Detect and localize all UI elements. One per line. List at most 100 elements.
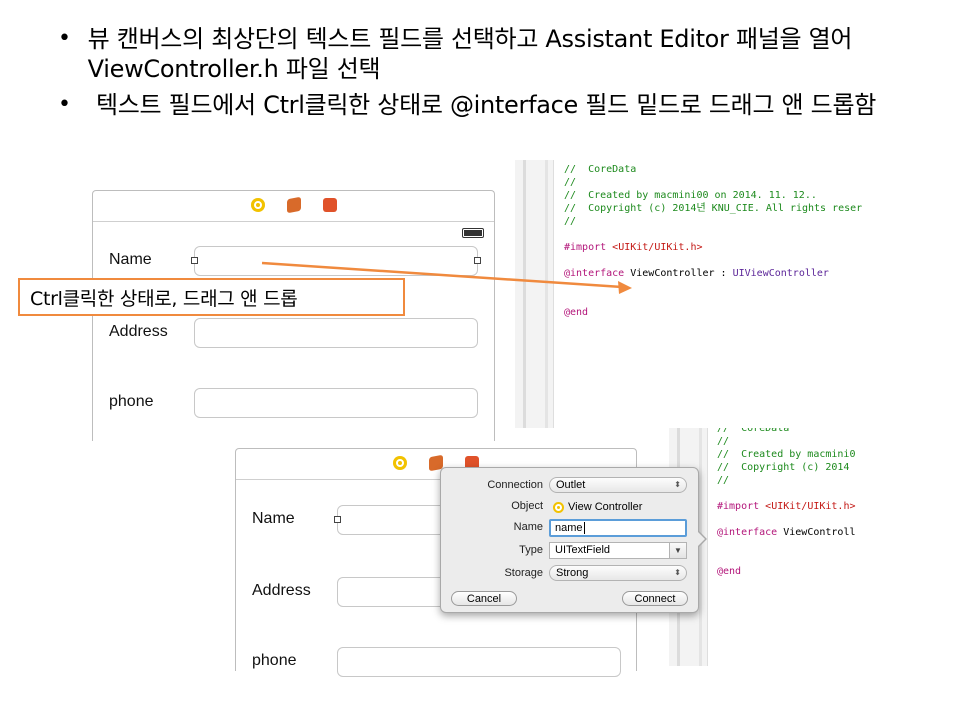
- code-comment: //: [717, 436, 730, 447]
- code-line: @end: [717, 565, 856, 578]
- code-line: // Created by macmini00 on 2014. 11. 12.…: [564, 189, 862, 202]
- code-line: // CoreData: [717, 428, 856, 435]
- object-value-group: View Controller: [553, 498, 642, 516]
- object-label: Object: [511, 500, 543, 512]
- code-line: @interface ViewControll: [717, 526, 856, 539]
- battery-icon: [462, 228, 484, 238]
- code-comment: //: [717, 475, 730, 486]
- code-keyword: @end: [717, 566, 742, 577]
- code-line: // Created by macmini0: [717, 448, 856, 461]
- bullet-dot: •: [58, 92, 71, 117]
- bullet-text-2: 텍스트 필드에서 Ctrl클릭한 상태로 @interface 필드 밑드로 드…: [96, 91, 877, 119]
- outlet-name-input[interactable]: name: [549, 519, 687, 537]
- code-line: //: [564, 176, 862, 189]
- bullet-text-1: 뷰 캔버스의 최상단의 텍스트 필드를 선택하고 Assistant Edito…: [87, 25, 853, 83]
- code-line: // Copyright (c) 2014: [717, 461, 856, 474]
- cancel-button[interactable]: Cancel: [451, 591, 517, 606]
- type-label: Type: [519, 544, 543, 556]
- resize-handle[interactable]: [334, 516, 341, 523]
- code-comment: //: [564, 216, 577, 227]
- code-line: #import <UIKit/UIKit.h>: [717, 500, 856, 513]
- address-label: Address: [252, 582, 311, 599]
- exit-icon[interactable]: [322, 198, 337, 212]
- updown-chevron-icon: ⬍: [674, 480, 681, 489]
- name-label: Name: [109, 251, 152, 268]
- bullet-item: • 뷰 캔버스의 최상단의 텍스트 필드를 선택하고 Assistant Edi…: [58, 24, 918, 84]
- view-controller-icon[interactable]: [250, 198, 265, 212]
- type-value: UITextField: [555, 544, 611, 556]
- object-value: View Controller: [568, 501, 643, 513]
- updown-chevron-icon: ⬍: [674, 568, 681, 577]
- type-combo-box[interactable]: UITextField ▼: [549, 542, 687, 559]
- code-text: ViewControll: [777, 527, 856, 538]
- code-area[interactable]: // CoreData // // Created by macmini0 // Co…: [717, 428, 856, 578]
- code-keyword: #import: [717, 501, 760, 512]
- address-text-field[interactable]: [194, 318, 478, 348]
- code-line: @end: [564, 306, 862, 319]
- phone-text-field[interactable]: [194, 388, 478, 418]
- connect-button[interactable]: Connect: [622, 591, 688, 606]
- code-comment: // Copyright (c) 2014년 KNU_CIE. All righ…: [564, 203, 863, 214]
- phone-label: phone: [109, 393, 154, 410]
- phone-label: phone: [252, 652, 297, 669]
- storage-value: Strong: [556, 567, 589, 579]
- code-keyword: #import: [564, 242, 607, 253]
- bullet-item: • 텍스트 필드에서 Ctrl클릭한 상태로 @interface 필드 밑드로…: [58, 90, 918, 120]
- address-label: Address: [109, 323, 168, 340]
- assistant-editor-top[interactable]: // CoreData // // Created by macmini00 on …: [515, 160, 895, 428]
- connection-row: Connection Outlet ⬍: [441, 477, 698, 495]
- outlet-name-value: name: [555, 522, 583, 534]
- storage-label: Storage: [504, 567, 543, 579]
- code-keyword: @interface: [564, 268, 625, 279]
- phone-text-field[interactable]: [337, 647, 621, 677]
- object-row: Object View Controller: [441, 498, 698, 516]
- code-comment: //: [564, 177, 577, 188]
- view-controller-icon: [553, 501, 564, 513]
- name-row: Name name: [441, 519, 698, 537]
- code-line: // Copyright (c) 2014년 KNU_CIE. All righ…: [564, 202, 862, 215]
- instruction-callout: Ctrl클릭한 상태로, 드래그 앤 드롭: [18, 278, 405, 316]
- storage-row: Storage Strong ⬍: [441, 565, 698, 583]
- bullet-dot: •: [58, 26, 71, 51]
- code-comment: // Copyright (c) 2014: [717, 462, 850, 473]
- code-line: // CoreData: [564, 163, 862, 176]
- storage-select[interactable]: Strong ⬍: [549, 565, 687, 581]
- line-gutter: [515, 160, 554, 428]
- chevron-down-icon[interactable]: ▼: [669, 543, 686, 558]
- code-line: //: [717, 435, 856, 448]
- connection-label: Connection: [487, 479, 543, 491]
- code-line: #import <UIKit/UIKit.h>: [564, 241, 862, 254]
- first-responder-icon[interactable]: [286, 196, 301, 214]
- slide-bullets: • 뷰 캔버스의 최상단의 텍스트 필드를 선택하고 Assistant Edi…: [58, 24, 918, 126]
- code-area[interactable]: // CoreData // // Created by macmini00 on …: [564, 163, 862, 319]
- resize-handle[interactable]: [191, 257, 198, 264]
- code-text: ViewController :: [624, 268, 733, 279]
- code-string: <UIKit/UIKit.h>: [606, 242, 703, 253]
- view-controller-icon[interactable]: [393, 456, 407, 470]
- code-line: @interface ViewController : UIViewContro…: [564, 267, 862, 280]
- connection-popover[interactable]: Connection Outlet ⬍ Object View Controll…: [440, 467, 707, 613]
- resize-handle[interactable]: [474, 257, 481, 264]
- name-field-label: Name: [513, 521, 543, 533]
- status-bar: [462, 228, 484, 238]
- code-line: //: [717, 474, 856, 487]
- code-keyword: @end: [564, 307, 589, 318]
- connection-select[interactable]: Outlet ⬍: [549, 477, 687, 493]
- code-line: //: [564, 215, 862, 228]
- code-comment: // Created by macmini0: [717, 449, 856, 460]
- name-label: Name: [252, 510, 295, 527]
- code-keyword: @interface: [717, 527, 778, 538]
- code-string: <UIKit/UIKit.h>: [759, 501, 856, 512]
- type-row: Type UITextField ▼: [441, 542, 698, 560]
- name-text-field[interactable]: [191, 246, 481, 276]
- scene-dock: [93, 191, 494, 222]
- code-comment: // CoreData: [717, 428, 790, 434]
- connection-value: Outlet: [556, 479, 586, 491]
- text-cursor: [583, 522, 585, 534]
